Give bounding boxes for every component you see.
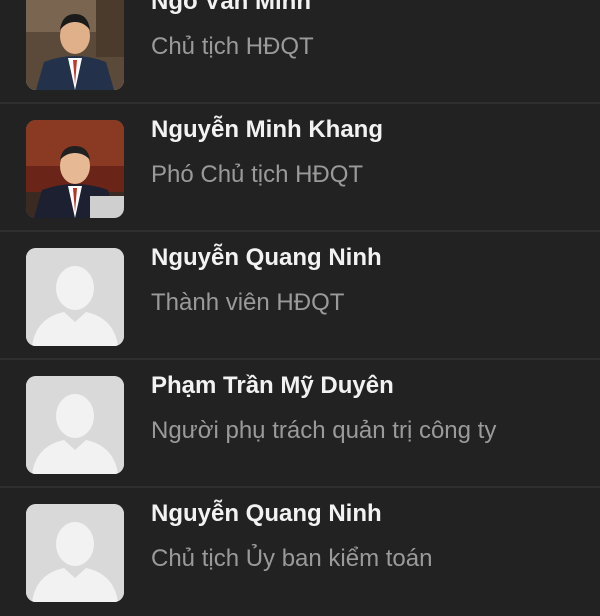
list-item[interactable]: Ngô Văn Minh Chủ tịch HĐQT xyxy=(0,0,600,104)
avatar-placeholder-icon xyxy=(26,248,124,346)
member-role: Thành viên HĐQT xyxy=(151,289,345,316)
member-photo-icon xyxy=(26,0,124,90)
avatar-placeholder-icon xyxy=(26,504,124,602)
member-role: Người phụ trách quản trị công ty xyxy=(151,417,497,444)
list-item[interactable]: Nguyễn Minh Khang Phó Chủ tịch HĐQT xyxy=(0,104,600,232)
member-name: Nguyễn Minh Khang xyxy=(151,116,383,143)
member-role: Chủ tịch HĐQT xyxy=(151,33,314,60)
member-role: Phó Chủ tịch HĐQT xyxy=(151,161,364,188)
member-role: Chủ tịch Ủy ban kiểm toán xyxy=(151,545,433,572)
list-item[interactable]: Nguyễn Quang Ninh Thành viên HĐQT xyxy=(0,232,600,360)
member-name: Ngô Văn Minh xyxy=(151,0,311,15)
list-item[interactable]: Phạm Trần Mỹ Duyên Người phụ trách quản … xyxy=(0,360,600,488)
avatar-placeholder-icon xyxy=(26,376,124,474)
member-list: Ngô Văn Minh Chủ tịch HĐQT Nguyễn Minh K… xyxy=(0,0,600,616)
list-item[interactable]: Nguyễn Quang Ninh Chủ tịch Ủy ban kiểm t… xyxy=(0,488,600,616)
member-name: Nguyễn Quang Ninh xyxy=(151,244,382,271)
member-photo-icon xyxy=(26,120,124,218)
member-name: Phạm Trần Mỹ Duyên xyxy=(151,372,394,399)
member-name: Nguyễn Quang Ninh xyxy=(151,500,382,527)
